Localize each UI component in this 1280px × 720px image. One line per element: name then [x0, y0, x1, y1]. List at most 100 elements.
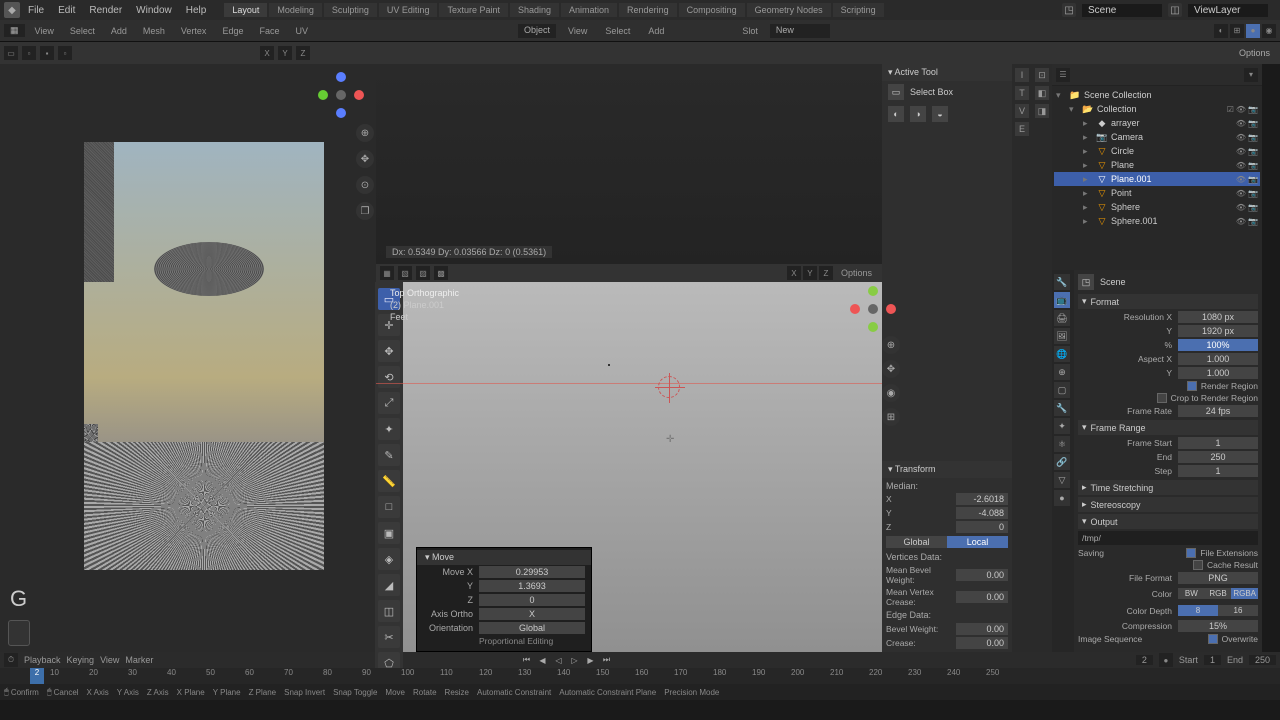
- tool-bevel-icon[interactable]: ◢: [378, 574, 400, 596]
- resx-val[interactable]: 1080 px: [1178, 311, 1258, 323]
- shading-solid-icon[interactable]: ●: [1246, 24, 1260, 38]
- tab-compositing[interactable]: Compositing: [679, 3, 745, 17]
- nav-gizmo[interactable]: [318, 72, 364, 118]
- resy-val[interactable]: 1920 px: [1178, 325, 1258, 337]
- axis-x[interactable]: X: [260, 46, 274, 60]
- tree-camera[interactable]: ▸📷Camera👁📷: [1054, 130, 1260, 144]
- menu-help[interactable]: Help: [180, 3, 213, 18]
- aspx-val[interactable]: 1.000: [1178, 353, 1258, 365]
- move-y-val[interactable]: 1.3693: [479, 580, 585, 592]
- tl-keying[interactable]: Keying: [67, 655, 95, 665]
- mbw-val[interactable]: 0.00: [956, 569, 1008, 581]
- mini-icon-1[interactable]: ◐: [888, 106, 904, 122]
- overlay-icon[interactable]: ◐: [1214, 24, 1228, 38]
- tree-collection[interactable]: ▾📂Collection☑👁📷: [1054, 102, 1260, 116]
- toolbar-icon-2[interactable]: ▫: [22, 46, 36, 60]
- ico-2[interactable]: ◧: [1035, 86, 1049, 100]
- autokey-icon[interactable]: ●: [1159, 653, 1173, 667]
- color-rgb[interactable]: RGB: [1205, 588, 1232, 599]
- play-last-icon[interactable]: ⏭: [599, 654, 613, 666]
- tab-scripting[interactable]: Scripting: [833, 3, 884, 17]
- options-dropdown[interactable]: Options: [1239, 48, 1270, 58]
- play-fwd-icon[interactable]: ▷: [567, 654, 581, 666]
- vp-camera-icon[interactable]: ◉: [882, 384, 900, 402]
- pct-val[interactable]: 100%: [1178, 339, 1258, 351]
- seg-global[interactable]: Global: [886, 536, 947, 548]
- side-tab-tool[interactable]: T: [1015, 86, 1029, 100]
- tl-playback[interactable]: Playback: [24, 655, 61, 665]
- scene-name[interactable]: Scene: [1082, 4, 1162, 17]
- tool-measure-icon[interactable]: 📏: [378, 470, 400, 492]
- vp-ax-x[interactable]: X: [787, 266, 801, 280]
- tree-sphere001[interactable]: ▸▽Sphere.001👁📷: [1054, 214, 1260, 228]
- hdr-select2[interactable]: Select: [599, 24, 636, 38]
- hdr-face[interactable]: Face: [253, 24, 285, 38]
- fstep-val[interactable]: 1: [1178, 465, 1258, 477]
- mvc-val[interactable]: 0.00: [956, 591, 1008, 603]
- play-first-icon[interactable]: ⏮: [519, 654, 533, 666]
- shading-render-icon[interactable]: ◉: [1262, 24, 1276, 38]
- aspy-val[interactable]: 1.000: [1178, 367, 1258, 379]
- ebw-val[interactable]: 0.00: [956, 623, 1008, 635]
- persp-icon[interactable]: ❐: [356, 202, 374, 220]
- tool-knife-icon[interactable]: ✂: [378, 626, 400, 648]
- ecr-val[interactable]: 0.00: [956, 637, 1008, 649]
- hdr-uv[interactable]: UV: [289, 24, 314, 38]
- hdr-view2[interactable]: View: [562, 24, 593, 38]
- fps-val[interactable]: 24 fps: [1178, 405, 1258, 417]
- tab-modeling[interactable]: Modeling: [269, 3, 322, 17]
- play-rev-icon[interactable]: ◁: [551, 654, 565, 666]
- tree-point[interactable]: ▸▽Point👁📷: [1054, 186, 1260, 200]
- mini-icon-3[interactable]: ◒: [932, 106, 948, 122]
- ico-1[interactable]: ⊡: [1035, 68, 1049, 82]
- current-frame[interactable]: 2: [1136, 655, 1153, 665]
- median-y[interactable]: -4.088: [956, 507, 1008, 519]
- vp-btn3[interactable]: ▨: [416, 266, 430, 280]
- toolbar-icon-3[interactable]: ▪: [40, 46, 54, 60]
- crop-check[interactable]: [1157, 393, 1167, 403]
- timeline-ruler[interactable]: 2 10203040506070809010011012013014015016…: [0, 668, 1280, 684]
- viewlayer-name[interactable]: ViewLayer: [1188, 4, 1268, 17]
- hdr-view[interactable]: View: [29, 24, 60, 38]
- hdr-mesh[interactable]: Mesh: [137, 24, 171, 38]
- tstretch-title[interactable]: Time Stretching: [1091, 483, 1154, 493]
- vp-btn1[interactable]: ▦: [380, 266, 394, 280]
- tool-scale-icon[interactable]: ⤢: [378, 392, 400, 414]
- tool-inset-icon[interactable]: ◈: [378, 548, 400, 570]
- ptab-data-icon[interactable]: ▽: [1054, 472, 1070, 488]
- color-rgba[interactable]: RGBA: [1231, 588, 1258, 599]
- prop-edit-check[interactable]: Proportional Editing: [479, 636, 553, 646]
- seg-local[interactable]: Local: [947, 536, 1008, 548]
- tree-circle[interactable]: ▸▽Circle👁📷: [1054, 144, 1260, 158]
- ico-3[interactable]: ◨: [1035, 104, 1049, 118]
- stereo-title[interactable]: Stereoscopy: [1091, 500, 1141, 510]
- ptab-material-icon[interactable]: ●: [1054, 490, 1070, 506]
- tool-extrude-icon[interactable]: ▣: [378, 522, 400, 544]
- ptab-scene-icon[interactable]: 🌐: [1054, 346, 1070, 362]
- tool-annotate-icon[interactable]: ✎: [378, 444, 400, 466]
- toolbar-icon-1[interactable]: ▭: [4, 46, 18, 60]
- tl-view[interactable]: View: [100, 655, 119, 665]
- viewport-main[interactable]: ▭ ✛ ✥ ⟲ ⤢ ✦ ✎ 📏 □ ▣ ◈ ◢ ◫ ✂ ⬠ Top Orthog…: [376, 282, 882, 652]
- fmt-val[interactable]: PNG: [1178, 572, 1258, 584]
- ptab-world-icon[interactable]: ⊕: [1054, 364, 1070, 380]
- side-tab-edit[interactable]: E: [1015, 122, 1029, 136]
- outliner-mode-icon[interactable]: ☰: [1056, 68, 1070, 82]
- tab-geonodes[interactable]: Geometry Nodes: [747, 3, 831, 17]
- vp-btn4[interactable]: ▩: [434, 266, 448, 280]
- tab-uv[interactable]: UV Editing: [379, 3, 438, 17]
- ptab-output-icon[interactable]: 🖨: [1054, 310, 1070, 326]
- median-z[interactable]: 0: [956, 521, 1008, 533]
- move-z-val[interactable]: 0: [479, 594, 585, 606]
- vp-btn2[interactable]: ▧: [398, 266, 412, 280]
- tab-sculpting[interactable]: Sculpting: [324, 3, 377, 17]
- vp-pan-icon[interactable]: ✥: [882, 360, 900, 378]
- fend-val[interactable]: 250: [1178, 451, 1258, 463]
- ptab-view-icon[interactable]: 🖼: [1054, 328, 1070, 344]
- axis-y[interactable]: Y: [278, 46, 292, 60]
- hdr-edge[interactable]: Edge: [216, 24, 249, 38]
- viewport-nav-gizmo[interactable]: [850, 286, 896, 332]
- vp-zoom-icon[interactable]: ⊕: [882, 336, 900, 354]
- move-x-val[interactable]: 0.29953: [479, 566, 585, 578]
- hdr-select[interactable]: Select: [64, 24, 101, 38]
